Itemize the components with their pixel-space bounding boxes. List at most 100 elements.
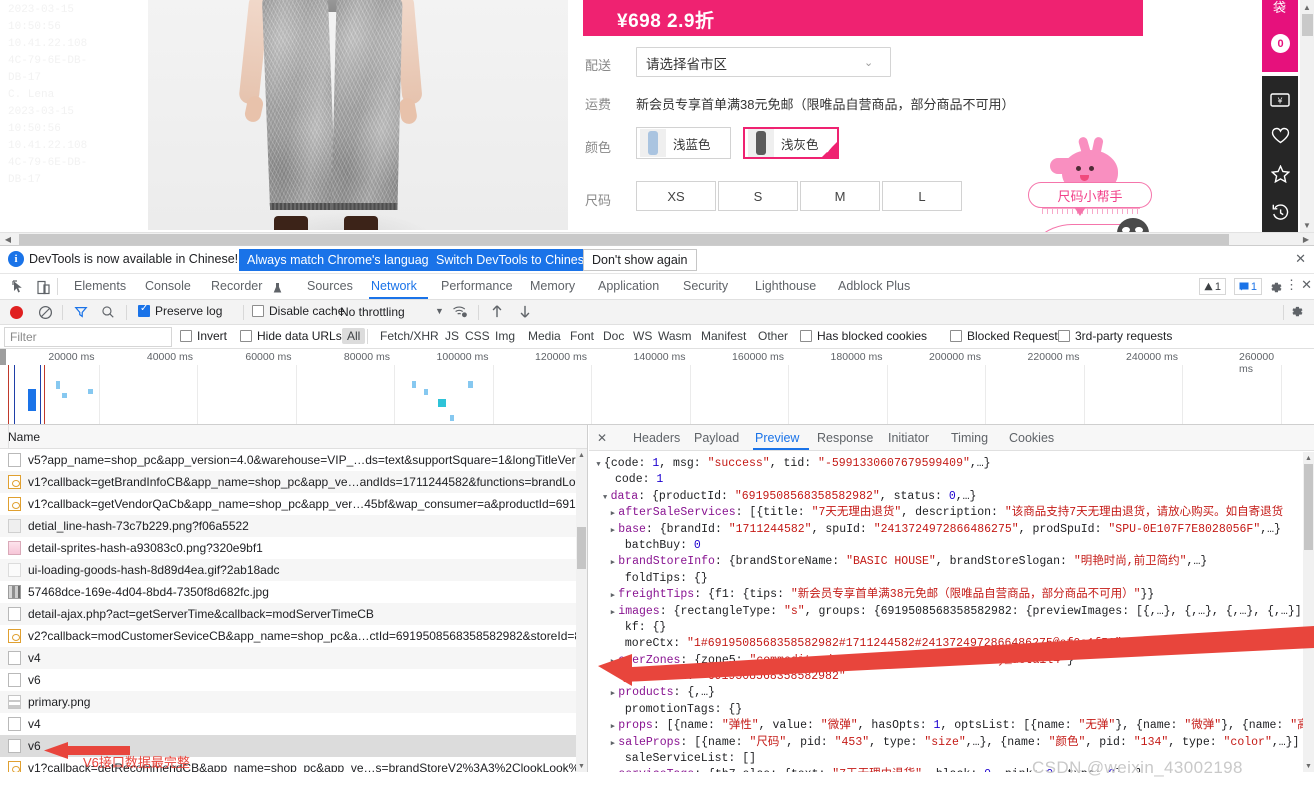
tab-payload[interactable]: Payload	[694, 431, 739, 445]
request-row[interactable]: v4	[0, 713, 587, 735]
color-option-light-grey[interactable]: 浅灰色 ✔	[743, 127, 839, 159]
json-line[interactable]: code: 1	[593, 472, 1303, 488]
scroll-up-arrow[interactable]: ▲	[1303, 452, 1314, 464]
tab-cookies[interactable]: Cookies	[1009, 431, 1054, 445]
json-line[interactable]: foldTips: {}	[593, 571, 1303, 587]
type-filter-fetch-xhr[interactable]: Fetch/XHR	[375, 328, 444, 344]
region-select[interactable]: 请选择省市区	[636, 47, 891, 77]
type-filter-wasm[interactable]: Wasm	[653, 328, 697, 344]
triangle-collapsed-icon[interactable]	[607, 505, 618, 522]
tab-sources[interactable]: Sources	[307, 279, 353, 293]
triangle-collapsed-icon[interactable]	[607, 522, 618, 539]
json-line[interactable]: saleServiceList: []	[593, 751, 1303, 767]
scroll-up-arrow[interactable]: ▲	[1300, 0, 1314, 14]
json-line[interactable]: freightTips: {f1: {tips: "新会员专享首单满38元免邮（…	[593, 587, 1303, 603]
request-list-header[interactable]: Name	[0, 425, 587, 449]
import-har-icon[interactable]	[490, 304, 504, 322]
page-horizontal-scrollbar[interactable]: ◀ ▶	[0, 232, 1314, 245]
json-preview-tree[interactable]: {code: 1, msg: "success", tid: "-5991330…	[589, 452, 1303, 772]
triangle-collapsed-icon[interactable]	[607, 685, 618, 702]
json-line[interactable]: kf: {}	[593, 620, 1303, 636]
scroll-down-arrow[interactable]: ▼	[576, 760, 587, 772]
triangle-collapsed-icon[interactable]	[607, 767, 618, 772]
messages-badge[interactable]: 1	[1233, 278, 1262, 295]
scrollbar-thumb[interactable]	[577, 527, 586, 569]
triangle-collapsed-icon[interactable]	[607, 587, 618, 604]
hide-data-urls-checkbox[interactable]: Hide data URLs	[240, 329, 342, 343]
size-option-m[interactable]: M	[800, 181, 880, 211]
more-options-icon[interactable]: ⋮	[1285, 277, 1298, 293]
record-button[interactable]	[10, 306, 23, 319]
request-row[interactable]: detail-sprites-hash-a93083c0.png?320e9bf…	[0, 537, 587, 559]
json-line[interactable]: {code: 1, msg: "success", tid: "-5991330…	[593, 456, 1303, 472]
heart-icon[interactable]	[1262, 116, 1298, 155]
close-icon[interactable]: ✕	[1295, 251, 1306, 267]
inspect-element-icon[interactable]	[10, 278, 28, 296]
size-helper-mascot[interactable]: 尺码小帮手	[1022, 148, 1162, 232]
tab-headers[interactable]: Headers	[633, 431, 680, 445]
request-row[interactable]: v1?callback=getRecommendCB&app_name=shop…	[0, 757, 587, 772]
blocked-requests-checkbox[interactable]: Blocked Requests	[950, 329, 1064, 343]
close-devtools-icon[interactable]: ✕	[1301, 277, 1312, 293]
type-filter-font[interactable]: Font	[565, 328, 599, 344]
tab-console[interactable]: Console	[145, 279, 191, 293]
network-conditions-icon[interactable]	[452, 304, 468, 322]
tab-elements[interactable]: Elements	[74, 279, 126, 293]
type-filter-all[interactable]: All	[342, 328, 366, 344]
type-filter-doc[interactable]: Doc	[598, 328, 629, 344]
tab-timing[interactable]: Timing	[951, 431, 988, 445]
tab-memory[interactable]: Memory	[530, 279, 575, 293]
request-row[interactable]: 57468dce-169e-4d04-8bd4-7350f8d682fc.jpg	[0, 581, 587, 603]
request-row[interactable]: v6	[0, 669, 587, 691]
search-icon[interactable]	[101, 305, 115, 322]
disable-cache-checkbox[interactable]: Disable cache	[252, 304, 344, 318]
json-line[interactable]: serviceTags: {th7_else: {text: "7天无理由退货"…	[593, 767, 1303, 772]
throttling-select[interactable]: No throttling	[340, 305, 405, 319]
triangle-expanded-icon[interactable]	[593, 456, 604, 473]
tab-adblock-plus[interactable]: Adblock Plus	[838, 279, 910, 293]
always-match-language-button[interactable]: Always match Chrome's language	[239, 249, 444, 271]
tab-initiator[interactable]: Initiator	[888, 431, 929, 445]
page-vertical-scrollbar[interactable]: ▲ ▼	[1300, 0, 1314, 232]
scrollbar-thumb[interactable]	[19, 234, 1229, 245]
dont-show-again-button[interactable]: Don't show again	[583, 249, 697, 271]
chevron-down-icon[interactable]: ▼	[435, 306, 444, 316]
size-option-xs[interactable]: XS	[636, 181, 716, 211]
history-icon[interactable]	[1262, 192, 1298, 231]
color-option-light-blue[interactable]: 浅蓝色	[636, 127, 731, 159]
size-option-l[interactable]: L	[882, 181, 962, 211]
json-line[interactable]: batchBuy: 0	[593, 538, 1303, 554]
json-line[interactable]: promotionTags: {}	[593, 702, 1303, 718]
request-row[interactable]: primary.png	[0, 691, 587, 713]
size-option-s[interactable]: S	[718, 181, 798, 211]
scrollbar-thumb[interactable]	[1304, 464, 1313, 550]
tab-application[interactable]: Application	[598, 279, 659, 293]
triangle-collapsed-icon[interactable]	[607, 554, 618, 571]
warnings-badge[interactable]: 1	[1198, 278, 1226, 295]
json-line[interactable]: moreCtx: "1#6919508568358582982#17112445…	[593, 636, 1303, 652]
request-rows[interactable]: v5?app_name=shop_pc&app_version=4.0&ware…	[0, 449, 587, 772]
preserve-log-checkbox[interactable]: Preserve log	[138, 303, 222, 318]
tab-network[interactable]: Network	[371, 279, 417, 293]
type-filter-img[interactable]: Img	[490, 328, 520, 344]
star-icon[interactable]	[1262, 154, 1298, 193]
json-preview-scrollbar[interactable]: ▲ ▼	[1303, 452, 1314, 772]
filter-input[interactable]	[4, 327, 172, 347]
type-filter-media[interactable]: Media	[523, 328, 566, 344]
export-har-icon[interactable]	[518, 304, 532, 322]
tab-recorder[interactable]: Recorder	[211, 279, 262, 293]
json-line[interactable]: afterSaleServices: [{title: "7天无理由退货", d…	[593, 505, 1303, 521]
clear-network-log-icon[interactable]	[38, 305, 53, 323]
has-blocked-cookies-checkbox[interactable]: Has blocked cookies	[800, 329, 927, 343]
triangle-collapsed-icon[interactable]	[607, 604, 618, 621]
network-settings-gear-icon[interactable]	[1289, 304, 1304, 322]
request-row[interactable]: detail-ajax.php?act=getServerTime&callba…	[0, 603, 587, 625]
filter-funnel-icon[interactable]	[74, 305, 88, 322]
overview-range-handle[interactable]	[0, 349, 6, 365]
third-party-requests-checkbox[interactable]: 3rd-party requests	[1058, 329, 1172, 343]
scroll-down-arrow[interactable]: ▼	[1303, 760, 1314, 772]
coupon-icon[interactable]: ¥	[1262, 80, 1298, 119]
tab-performance[interactable]: Performance	[441, 279, 513, 293]
network-overview-timeline[interactable]: 20000 ms 40000 ms 60000 ms 80000 ms 100000 m…	[0, 349, 1314, 425]
triangle-collapsed-icon[interactable]	[607, 653, 618, 670]
